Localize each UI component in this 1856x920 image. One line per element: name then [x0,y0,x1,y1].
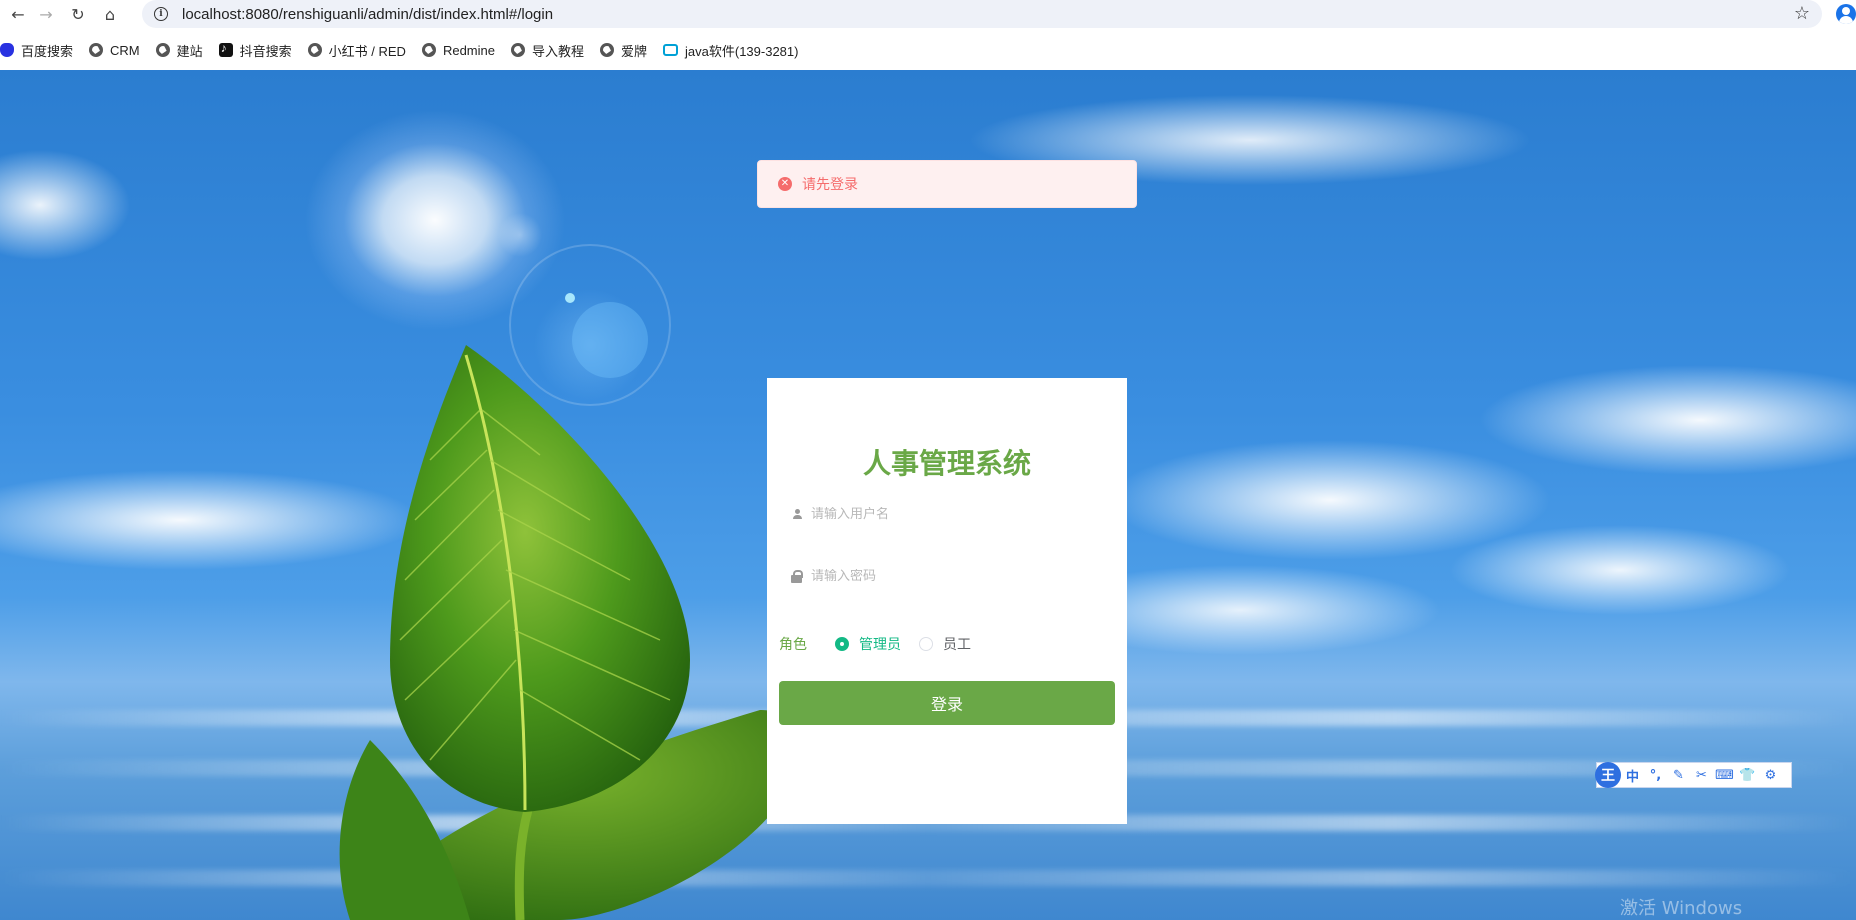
bookmark-item[interactable]: 建站 [155,36,211,64]
role-radio-employee[interactable]: 员工 [919,634,971,654]
radio-checked-icon[interactable] [835,637,849,651]
user-icon [789,509,805,519]
ime-keyboard-icon[interactable]: ⌨ [1713,768,1736,783]
bookmark-label[interactable]: 百度搜索 [21,41,73,60]
globe-icon [307,43,322,57]
bookmark-item[interactable]: 抖音搜索 [218,36,300,64]
bookmark-item[interactable]: 导入教程 [510,36,592,64]
reload-button[interactable]: ↻ [60,0,96,28]
bookmark-item[interactable]: 爱牌 [600,36,655,64]
bookmark-label[interactable]: 抖音搜索 [240,41,292,60]
bookmark-item[interactable]: 百度搜索 [0,36,81,64]
toast-message: 请先登录 [802,177,858,193]
bookmarks-bar: 百度搜索 CRM 建站 抖音搜索 小红书 / RED Redmine 导入教程 爱牌 java软… [0,36,1856,64]
login-button[interactable]: 登录 [779,681,1115,725]
role-radio-admin[interactable]: 管理员 [835,634,901,654]
arrow-left-icon: ← [11,4,25,24]
username-input[interactable] [811,506,1111,522]
bookmark-label[interactable]: java软件(139-3281) [685,41,798,60]
ime-logo-icon[interactable]: 王 [1595,762,1621,788]
ime-toolbar: 王 中 °, ✎ ✂ ⌨ 👕 ⚙ [1595,762,1792,788]
login-page-background: ✕ 请先登录 人事管理系统 角色 管理员 员工 登录 王 中 [0,70,1856,920]
bookmark-label[interactable]: 建站 [177,41,203,60]
globe-icon [600,43,614,57]
ime-settings-icon[interactable]: ⚙ [1759,768,1782,783]
bilibili-icon [663,44,679,56]
bookmark-item[interactable]: Redmine [421,36,503,64]
forward-button[interactable]: → [28,0,64,28]
bookmark-label[interactable]: CRM [110,43,140,58]
bookmark-star-icon[interactable]: ☆ [1794,3,1810,24]
activate-windows-watermark: 激活 Windows [1620,898,1743,919]
tiktok-icon [218,41,233,57]
radio-unchecked-icon[interactable] [919,637,933,651]
role-label: 角色 [779,637,807,653]
username-field [777,494,1117,534]
url-text[interactable]: localhost:8080/renshiguanli/admin/dist/i… [182,6,553,23]
home-button[interactable]: ⌂ [92,0,128,28]
profile-avatar-icon[interactable] [1836,4,1856,24]
bookmark-item[interactable]: java软件(139-3281) [663,36,806,64]
ime-chinese-mode-icon[interactable]: 中 [1621,766,1644,785]
login-title: 人事管理系统 [862,447,1031,480]
error-toast: ✕ 请先登录 [757,160,1137,208]
role-radio-label[interactable]: 员工 [943,634,971,654]
error-circle-icon: ✕ [778,177,792,191]
ime-scissors-icon[interactable]: ✂ [1690,768,1713,783]
globe-icon [89,43,104,57]
baidu-icon [0,43,14,57]
reload-icon: ↻ [71,4,85,24]
bookmark-label[interactable]: Redmine [443,43,495,58]
site-info-icon[interactable]: i [154,7,168,21]
login-card: 人事管理系统 角色 管理员 员工 登录 [767,378,1127,824]
bookmark-label[interactable]: 小红书 / RED [329,41,406,60]
password-field [777,556,1117,596]
bookmark-label[interactable]: 爱牌 [621,41,647,60]
role-selector: 角色 管理员 员工 [779,632,989,656]
ime-handwrite-icon[interactable]: ✎ [1667,768,1690,783]
globe-icon [155,43,170,57]
password-input[interactable] [811,568,1111,584]
address-bar[interactable]: i localhost:8080/renshiguanli/admin/dist… [142,0,1822,28]
bookmark-item[interactable]: CRM [89,36,148,64]
home-icon: ⌂ [104,4,116,24]
ime-skin-icon[interactable]: 👕 [1736,768,1759,783]
globe-icon [421,43,436,57]
browser-toolbar: ← → ↻ ⌂ i localhost:8080/renshiguanli/ad… [0,0,1856,28]
bookmark-label[interactable]: 导入教程 [532,41,584,60]
bookmark-item[interactable]: 小红书 / RED [307,36,414,64]
arrow-right-icon: → [39,4,53,24]
ime-punctuation-icon[interactable]: °, [1644,768,1667,783]
globe-icon [510,43,525,57]
role-radio-label[interactable]: 管理员 [859,634,901,654]
lock-icon [789,569,805,583]
